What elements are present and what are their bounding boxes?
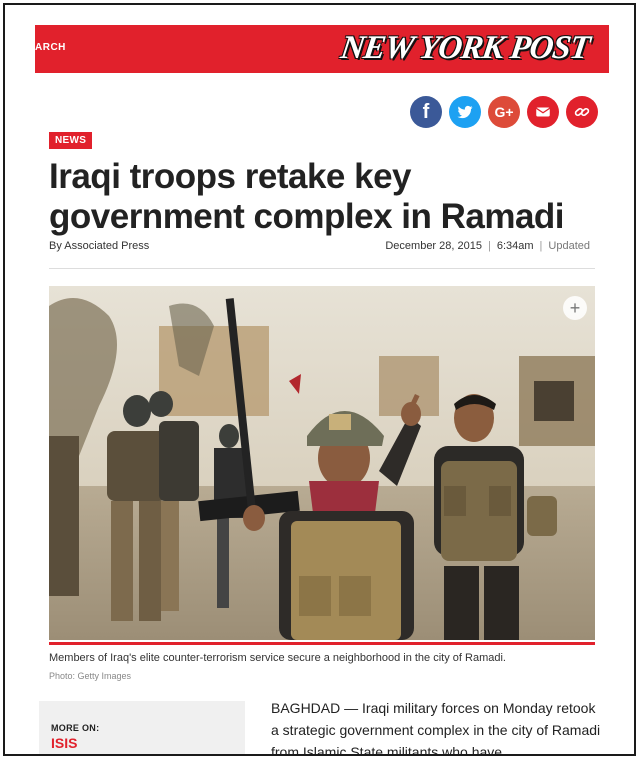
more-on-topic-link[interactable]: ISIS bbox=[51, 735, 77, 751]
time-separator: | bbox=[539, 240, 543, 252]
facebook-share-button[interactable]: f bbox=[410, 96, 442, 128]
site-logo[interactable]: NEW YORK POST bbox=[338, 28, 592, 68]
article-headline: Iraqi troops retake key government compl… bbox=[49, 157, 565, 236]
expand-photo-button[interactable]: + bbox=[563, 296, 587, 320]
publish-date: December 28, 2015 bbox=[385, 240, 482, 252]
photo-credit: Photo: Getty Images bbox=[49, 671, 132, 681]
date-separator: | bbox=[487, 240, 491, 252]
article-photo[interactable]: + bbox=[49, 286, 595, 640]
dateline: December 28, 2015 | 6:34am | Updated bbox=[385, 240, 590, 252]
google-plus-icon: G+ bbox=[494, 104, 514, 120]
caption-divider bbox=[49, 642, 595, 645]
email-icon bbox=[535, 107, 551, 117]
article-body: BAGHDAD — Iraqi military forces on Monda… bbox=[271, 700, 601, 756]
updated-label: Updated bbox=[548, 240, 590, 252]
google-plus-share-button[interactable]: G+ bbox=[488, 96, 520, 128]
email-share-button[interactable] bbox=[527, 96, 559, 128]
facebook-icon: f bbox=[422, 100, 430, 123]
page-frame: ARCH NEW YORK POST f G+ NEWS Iraqi troop… bbox=[3, 3, 636, 756]
section-tag[interactable]: NEWS bbox=[49, 132, 93, 149]
plus-icon: + bbox=[569, 298, 581, 318]
site-header: ARCH NEW YORK POST bbox=[35, 25, 609, 73]
twitter-icon bbox=[457, 105, 473, 119]
search-link[interactable]: ARCH bbox=[35, 42, 66, 53]
link-icon bbox=[574, 107, 590, 117]
more-on-label: MORE ON: bbox=[51, 723, 100, 733]
publish-time: 6:34am bbox=[496, 240, 534, 252]
twitter-share-button[interactable] bbox=[449, 96, 481, 128]
soldiers-photo-illustration bbox=[49, 286, 595, 640]
header-divider bbox=[49, 268, 595, 269]
photo-caption: Members of Iraq's elite counter-terroris… bbox=[49, 652, 506, 664]
byline: By Associated Press bbox=[49, 240, 150, 252]
more-on-box: MORE ON: ISIS bbox=[39, 701, 245, 754]
link-share-button[interactable] bbox=[566, 96, 598, 128]
